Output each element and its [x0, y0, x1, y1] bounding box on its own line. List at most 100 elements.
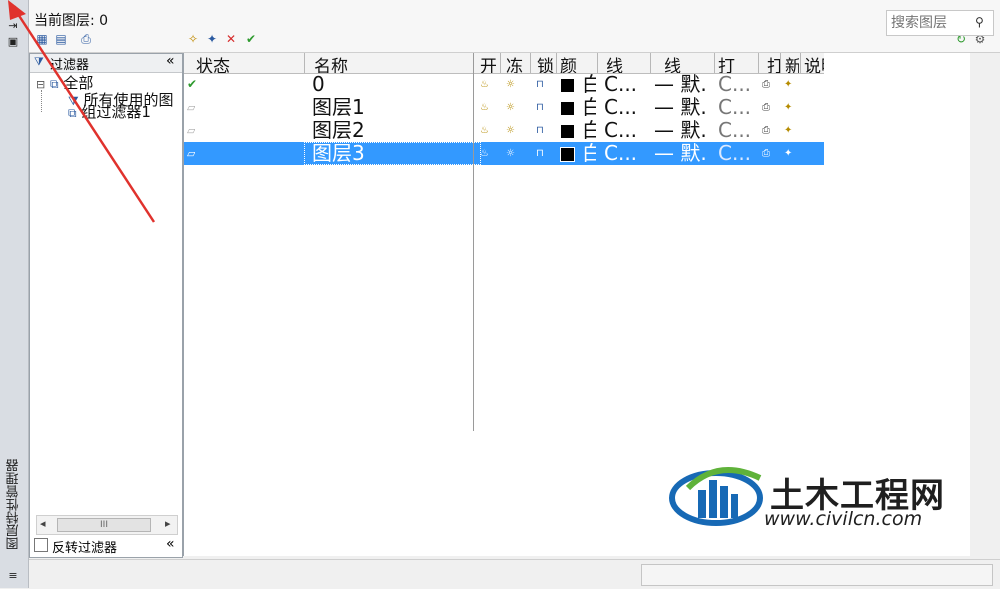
sun-thaw-icon[interactable]: ☼ — [506, 119, 515, 142]
color-swatch[interactable] — [560, 78, 575, 93]
search-input[interactable] — [891, 14, 971, 32]
properties-icon[interactable]: ▣ — [6, 36, 20, 48]
new-group-filter-icon[interactable]: ▤ — [53, 32, 69, 46]
scroll-left-icon[interactable]: ◂ — [40, 517, 46, 530]
lineweight-value[interactable]: — 默. — [654, 142, 707, 165]
unlock-icon[interactable]: ⊓ — [536, 119, 544, 142]
tree-connector — [41, 90, 43, 112]
tree-node-group-filter[interactable]: ⧉ 组过滤器1 — [68, 101, 151, 122]
new-vp-freeze-icon[interactable]: ✦ — [784, 119, 792, 142]
sun-thaw-icon[interactable]: ☼ — [506, 142, 515, 165]
search-icon[interactable]: ⚲ — [975, 15, 984, 29]
lineweight-value[interactable]: — 默. — [654, 73, 707, 96]
filter-pane-header: ⧩ 过滤器 « — [30, 53, 182, 73]
column-divider — [304, 53, 305, 73]
col-linetype[interactable]: 线 — [606, 53, 646, 73]
layer-name[interactable]: 图层2 — [312, 119, 365, 142]
layer-states-manager-icon[interactable]: ⎙ — [78, 32, 94, 46]
sun-thaw-icon[interactable]: ☼ — [506, 73, 515, 96]
close-icon[interactable]: ✕ — [6, 4, 20, 16]
watermark-logo — [669, 467, 763, 526]
color-name: 白 — [582, 142, 596, 165]
new-vp-freeze-icon[interactable]: ✦ — [784, 96, 792, 119]
col-status[interactable]: 状态 — [196, 53, 286, 73]
linetype-value[interactable]: C... — [604, 73, 637, 96]
col-plotstyle[interactable]: 打 — [718, 53, 740, 73]
printer-icon[interactable]: ⎙ — [762, 73, 770, 96]
status-layer-icon: ▱ — [187, 101, 196, 114]
linetype-value[interactable]: C... — [604, 96, 637, 119]
col-on[interactable]: 开 — [480, 53, 496, 73]
invert-filter-checkbox[interactable] — [34, 538, 48, 552]
plotstyle-value: C... — [718, 73, 752, 96]
sun-thaw-icon[interactable]: ☼ — [506, 96, 515, 119]
layer-row[interactable]: ▱ 图层2 ♨ ☼ ⊓ 白 C... — 默. C... ⎙ ✦ — [184, 119, 824, 142]
layer-name[interactable]: 图层3 — [304, 142, 481, 165]
search-box[interactable]: ⚲ — [886, 10, 994, 36]
bulb-on-icon[interactable]: ♨ — [480, 96, 489, 119]
col-plot[interactable]: 打 — [767, 53, 781, 73]
unlock-icon[interactable]: ⊓ — [536, 142, 544, 165]
column-splitter[interactable] — [473, 53, 474, 431]
plotstyle-value: C... — [718, 142, 752, 165]
col-color[interactable]: 颜 — [560, 53, 582, 73]
linetype-value[interactable]: C... — [604, 142, 637, 165]
color-swatch[interactable] — [560, 101, 575, 116]
collapse-filter-button[interactable]: « — [166, 536, 175, 552]
column-divider — [556, 53, 557, 73]
new-layer-vp-frozen-icon[interactable]: ✦ — [204, 32, 220, 46]
printer-icon[interactable]: ⎙ — [762, 119, 770, 142]
unlock-icon[interactable]: ⊓ — [536, 73, 544, 96]
palette-side-strip: ✕ ⇥ ▣ 图层特性管理器 ≡ — [0, 0, 29, 588]
printer-icon[interactable]: ⎙ — [762, 142, 770, 165]
column-divider — [500, 53, 501, 73]
lineweight-value[interactable]: — 默. — [654, 96, 707, 119]
filter-pane-title: 过滤器 — [50, 58, 90, 73]
col-description[interactable]: 说明 — [804, 53, 824, 73]
watermark-url: www.civilcn.com — [764, 508, 923, 530]
new-vp-freeze-icon[interactable]: ✦ — [784, 142, 792, 165]
color-name: 白 — [582, 73, 596, 96]
filter-horizontal-scrollbar[interactable]: ◂ III ▸ — [36, 515, 178, 535]
layer-row-selected[interactable]: ▱ 图层3 ♨ ☼ ⊓ 白 C... — 默. C... ⎙ ✦ — [184, 142, 824, 165]
unlock-icon[interactable]: ⊓ — [536, 96, 544, 119]
lineweight-value[interactable]: — 默. — [654, 119, 707, 142]
bulb-on-icon[interactable]: ♨ — [480, 119, 489, 142]
printer-icon[interactable]: ⎙ — [762, 96, 770, 119]
col-name[interactable]: 名称 — [314, 53, 404, 73]
col-freeze[interactable]: 冻 — [506, 53, 528, 73]
set-current-icon[interactable]: ✔ — [243, 32, 259, 46]
pane-splitter[interactable] — [183, 53, 184, 556]
color-swatch[interactable] — [560, 124, 575, 139]
bulb-on-icon[interactable]: ♨ — [480, 142, 489, 165]
linetype-value[interactable]: C... — [604, 119, 637, 142]
scrollbar-thumb[interactable]: III — [57, 518, 151, 532]
new-property-filter-icon[interactable]: ▦ — [34, 32, 50, 46]
palette-title: 图层特性管理器 — [6, 459, 22, 551]
collapse-filter-pane-button[interactable]: « — [166, 53, 175, 69]
column-divider — [758, 53, 759, 73]
column-divider — [800, 53, 801, 73]
invert-filter-row: 反转过滤器 « — [30, 536, 182, 556]
col-lineweight[interactable]: 线 — [664, 53, 704, 73]
layer-name[interactable]: 0 — [312, 73, 325, 96]
new-vp-freeze-icon[interactable]: ✦ — [784, 73, 792, 96]
layer-name[interactable]: 图层1 — [312, 96, 365, 119]
col-lock[interactable]: 锁 — [537, 53, 555, 73]
layer-row[interactable]: ▱ 图层1 ♨ ☼ ⊓ 白 C... — 默. C... ⎙ ✦ — [184, 96, 824, 119]
color-swatch[interactable] — [560, 147, 575, 162]
new-layer-icon[interactable]: ✧ — [185, 32, 201, 46]
filter-tree-pane: ⧩ 过滤器 « ⊟ ⧉ 全部 ⧩ 所有使用的图 ⧉ 组过滤器1 ◂ III ▸ … — [29, 53, 183, 558]
plotstyle-value: C... — [718, 96, 752, 119]
status-layer-icon: ▱ — [187, 124, 196, 137]
layer-row[interactable]: ✔ 0 ♨ ☼ ⊓ 白 C... — 默. C... ⎙ ✦ — [184, 73, 824, 96]
autohide-icon[interactable]: ⇥ — [6, 20, 20, 32]
filter-icon: ⧩ — [34, 55, 44, 68]
col-newvp[interactable]: 新 — [785, 53, 799, 73]
delete-layer-icon[interactable]: ✕ — [223, 32, 239, 46]
palette-menu-icon[interactable]: ≡ — [6, 570, 20, 582]
bulb-on-icon[interactable]: ♨ — [480, 73, 489, 96]
color-name: 白 — [582, 96, 596, 119]
scroll-right-icon[interactable]: ▸ — [165, 517, 171, 530]
status-layer-icon: ▱ — [187, 147, 196, 160]
